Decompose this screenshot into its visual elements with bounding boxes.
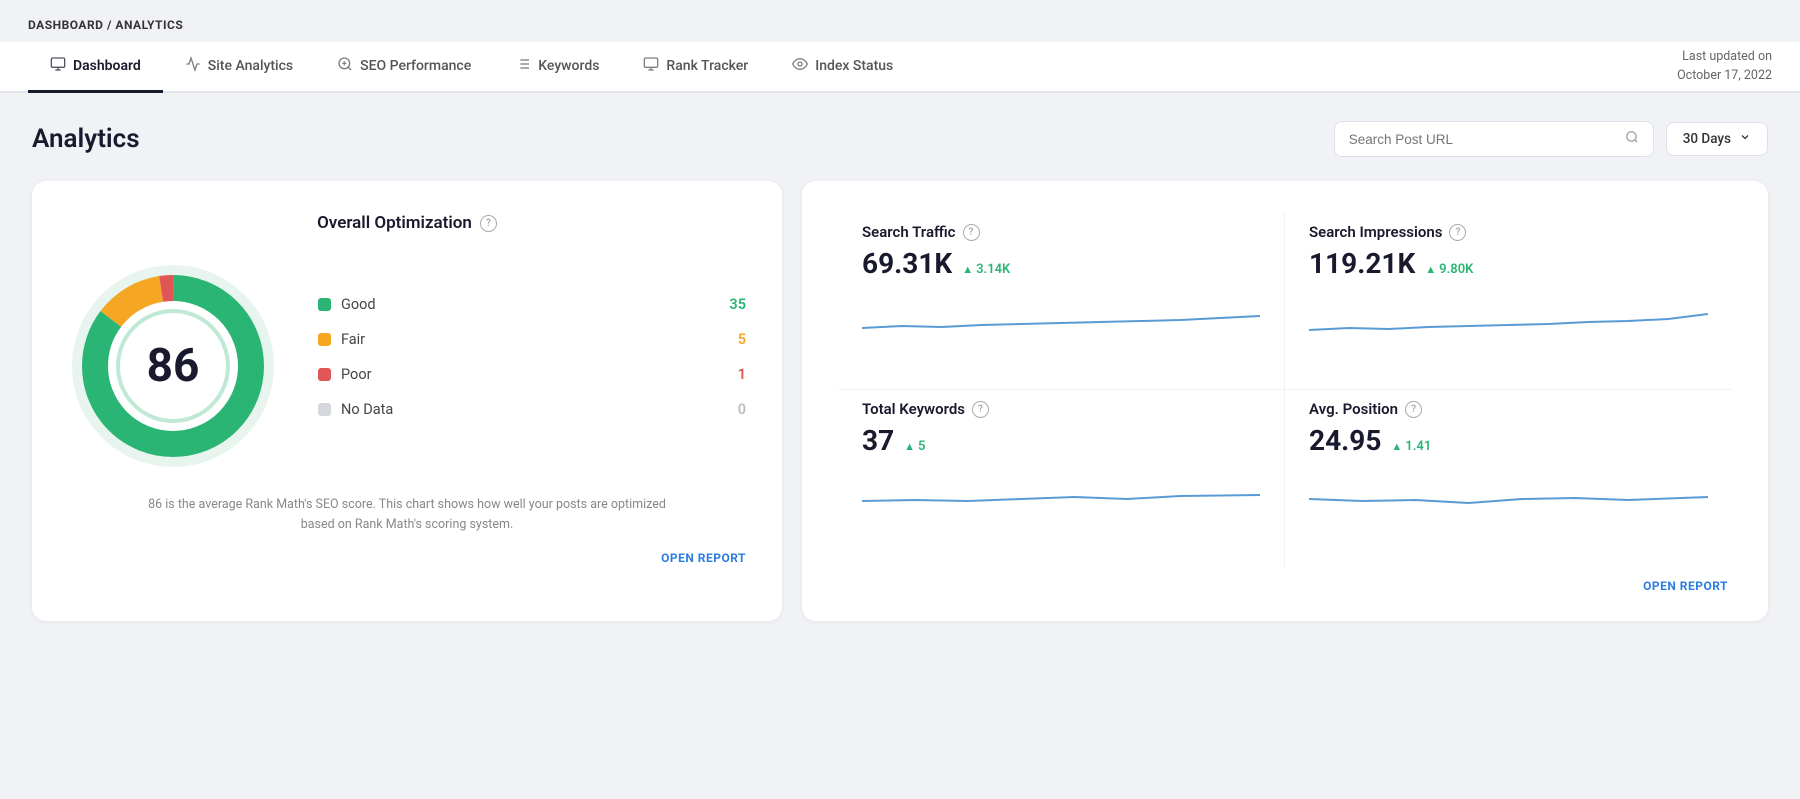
metric-search-impressions-title: Search Impressions ? xyxy=(1309,223,1708,241)
cards-row: Overall Optimization ? xyxy=(32,181,1768,621)
search-traffic-value: 69.31K xyxy=(862,247,952,280)
tab-keywords[interactable]: Keywords xyxy=(493,42,621,93)
tab-seo-performance-label: SEO Performance xyxy=(360,58,471,74)
delta-arrow-up3: ▲ xyxy=(904,440,915,453)
breadcrumb-prefix: DASHBOARD xyxy=(28,18,103,32)
search-traffic-sparkline xyxy=(862,292,1260,340)
metric-avg-position-title: Avg. Position ? xyxy=(1309,400,1708,418)
days-dropdown[interactable]: 30 Days xyxy=(1666,122,1768,156)
tab-bar: Dashboard Site Analytics SEO Performance… xyxy=(0,42,1800,93)
last-updated-label: Last updated on xyxy=(1677,48,1772,67)
search-impressions-delta: ▲ 9.80K xyxy=(1425,262,1473,277)
legend-value-good: 35 xyxy=(729,296,746,313)
total-keywords-value-row: 37 ▲ 5 xyxy=(862,424,1260,457)
optimization-help-icon[interactable]: ? xyxy=(480,215,497,232)
chevron-down-icon xyxy=(1739,131,1751,147)
last-updated-date: October 17, 2022 xyxy=(1677,67,1772,86)
legend-poor: Poor 1 xyxy=(318,366,746,383)
open-report-link-right[interactable]: OPEN REPORT xyxy=(838,567,1732,593)
monitor-icon xyxy=(50,56,66,76)
metrics-card: Search Traffic ? 69.31K ▲ 3.14K Searc xyxy=(802,181,1768,621)
search-traffic-help-icon[interactable]: ? xyxy=(963,224,980,241)
total-keywords-help-icon[interactable]: ? xyxy=(972,401,989,418)
delta-arrow-up: ▲ xyxy=(962,263,973,276)
metric-total-keywords: Total Keywords ? 37 ▲ 5 xyxy=(838,390,1285,567)
seo-icon xyxy=(337,56,353,76)
tab-rank-tracker-label: Rank Tracker xyxy=(666,58,748,74)
search-impressions-value-row: 119.21K ▲ 9.80K xyxy=(1309,247,1708,280)
donut-center: 86 xyxy=(147,343,200,389)
main-content: Analytics 30 Days Overall Optimization ? xyxy=(0,93,1800,649)
total-keywords-sparkline xyxy=(862,469,1260,517)
avg-position-sparkline xyxy=(1309,469,1708,517)
legend-label-good: Good xyxy=(341,296,719,313)
delta-arrow-up2: ▲ xyxy=(1425,263,1436,276)
open-report-link-left[interactable]: OPEN REPORT xyxy=(68,551,746,565)
search-url-field[interactable] xyxy=(1334,121,1654,157)
total-keywords-delta: ▲ 5 xyxy=(904,439,925,454)
legend-value-poor: 1 xyxy=(738,366,746,383)
metric-search-traffic-title: Search Traffic ? xyxy=(862,223,1260,241)
legend-dot-poor xyxy=(318,368,331,381)
total-keywords-value: 37 xyxy=(862,424,894,457)
legend-value-nodata: 0 xyxy=(738,401,746,418)
legend-fair: Fair 5 xyxy=(318,331,746,348)
days-dropdown-label: 30 Days xyxy=(1683,131,1731,147)
analytics-header: Analytics 30 Days xyxy=(32,121,1768,157)
metric-search-impressions: Search Impressions ? 119.21K ▲ 9.80K xyxy=(1285,213,1732,390)
breadcrumb: DASHBOARD / ANALYTICS xyxy=(0,0,1800,42)
search-impressions-help-icon[interactable]: ? xyxy=(1449,224,1466,241)
tab-keywords-label: Keywords xyxy=(538,58,599,74)
tab-site-analytics-label: Site Analytics xyxy=(208,58,293,74)
tab-rank-tracker[interactable]: Rank Tracker xyxy=(621,42,770,93)
page-title: Analytics xyxy=(32,124,140,154)
breadcrumb-current: ANALYTICS xyxy=(115,18,183,32)
legend-label-poor: Poor xyxy=(341,366,728,383)
optimization-body: 86 Good 35 Fair 5 xyxy=(68,261,746,471)
legend-dot-fair xyxy=(318,333,331,346)
avg-position-delta: ▲ 1.41 xyxy=(1391,439,1431,454)
header-controls: 30 Days xyxy=(1334,121,1768,157)
eye-icon xyxy=(792,56,808,76)
delta-arrow-up4: ▲ xyxy=(1391,440,1402,453)
keywords-icon xyxy=(515,56,531,76)
rank-tracker-icon xyxy=(643,56,659,76)
optimization-legend: Good 35 Fair 5 Poor 1 N xyxy=(318,296,746,436)
legend-good: Good 35 xyxy=(318,296,746,313)
legend-label-fair: Fair xyxy=(341,331,728,348)
search-impressions-value: 119.21K xyxy=(1309,247,1415,280)
metric-search-traffic: Search Traffic ? 69.31K ▲ 3.14K xyxy=(838,213,1285,390)
metric-total-keywords-title: Total Keywords ? xyxy=(862,400,1260,418)
tab-dashboard[interactable]: Dashboard xyxy=(28,42,163,93)
search-traffic-value-row: 69.31K ▲ 3.14K xyxy=(862,247,1260,280)
legend-value-fair: 5 xyxy=(738,331,746,348)
legend-nodata: No Data 0 xyxy=(318,401,746,418)
legend-label-nodata: No Data xyxy=(341,401,728,418)
optimization-title: Overall Optimization ? xyxy=(68,213,746,233)
last-updated: Last updated on October 17, 2022 xyxy=(1677,48,1772,86)
optimization-card: Overall Optimization ? xyxy=(32,181,782,621)
avg-position-value-row: 24.95 ▲ 1.41 xyxy=(1309,424,1708,457)
chart-icon xyxy=(185,56,201,76)
metric-avg-position: Avg. Position ? 24.95 ▲ 1.41 xyxy=(1285,390,1732,567)
tab-site-analytics[interactable]: Site Analytics xyxy=(163,42,315,93)
tab-index-status[interactable]: Index Status xyxy=(770,42,915,93)
donut-score: 86 xyxy=(147,343,200,389)
search-impressions-sparkline xyxy=(1309,292,1708,340)
tab-seo-performance[interactable]: SEO Performance xyxy=(315,42,493,93)
legend-dot-nodata xyxy=(318,403,331,416)
search-traffic-delta: ▲ 3.14K xyxy=(962,262,1010,277)
donut-chart: 86 xyxy=(68,261,278,471)
tab-index-status-label: Index Status xyxy=(815,58,893,74)
legend-dot-good xyxy=(318,298,331,311)
tab-dashboard-label: Dashboard xyxy=(73,58,141,74)
search-icon xyxy=(1625,130,1639,148)
optimization-description: 86 is the average Rank Math's SEO score.… xyxy=(147,495,667,535)
search-url-input[interactable] xyxy=(1349,132,1617,147)
avg-position-value: 24.95 xyxy=(1309,424,1381,457)
avg-position-help-icon[interactable]: ? xyxy=(1405,401,1422,418)
